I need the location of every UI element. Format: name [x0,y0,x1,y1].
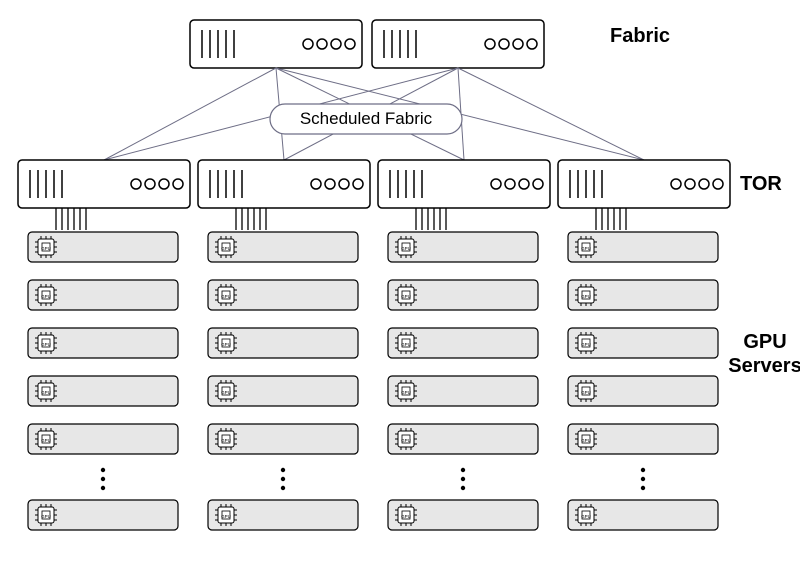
ellipsis-icon [281,468,285,490]
tor-switch [18,160,190,208]
gpu-server [388,232,538,262]
gpu-server [208,280,358,310]
gpu-server [388,500,538,530]
tor-server-cables [56,208,626,230]
gpu-server [208,424,358,454]
gpu-server [28,280,178,310]
tor-layer [18,160,730,208]
gpu-server [28,376,178,406]
gpu-server [388,424,538,454]
scheduled-fabric-label: Scheduled Fabric [300,109,433,128]
gpu-server [568,376,718,406]
gpu-server [28,232,178,262]
ellipsis-icon [461,468,465,490]
gpu-server [208,328,358,358]
gpu-server [568,500,718,530]
gpu-server [208,232,358,262]
fabric-switch [190,20,362,68]
tor-switch [198,160,370,208]
gpu-server-column [388,232,538,530]
gpu-server [568,232,718,262]
fabric-switch [372,20,544,68]
gpu-server [28,328,178,358]
gpu-server [388,328,538,358]
ellipsis-icon [641,468,645,490]
gpu-server-column [208,232,358,530]
fabric-label: Fabric [610,25,670,47]
gpu-server [208,500,358,530]
gpu-server [28,500,178,530]
gpu-server [568,280,718,310]
tor-switch [378,160,550,208]
gpu-server-column [568,232,718,530]
gpu-server [208,376,358,406]
gpu-server [388,280,538,310]
gpu-server-column [28,232,178,530]
fabric-layer [190,20,544,68]
gpu-server-grid [28,232,718,530]
network-topology-diagram: GPU Fabric Scheduled Fabric TOR [0,0,800,581]
tor-label: TOR [740,173,782,195]
ellipsis-icon [101,468,105,490]
scheduled-fabric-node: Scheduled Fabric [270,104,462,134]
gpu-servers-label-line1: GPU [743,331,786,353]
tor-switch [558,160,730,208]
gpu-server [568,328,718,358]
gpu-server [568,424,718,454]
gpu-server [388,376,538,406]
gpu-servers-label-line2: Servers [728,355,800,377]
gpu-server [28,424,178,454]
